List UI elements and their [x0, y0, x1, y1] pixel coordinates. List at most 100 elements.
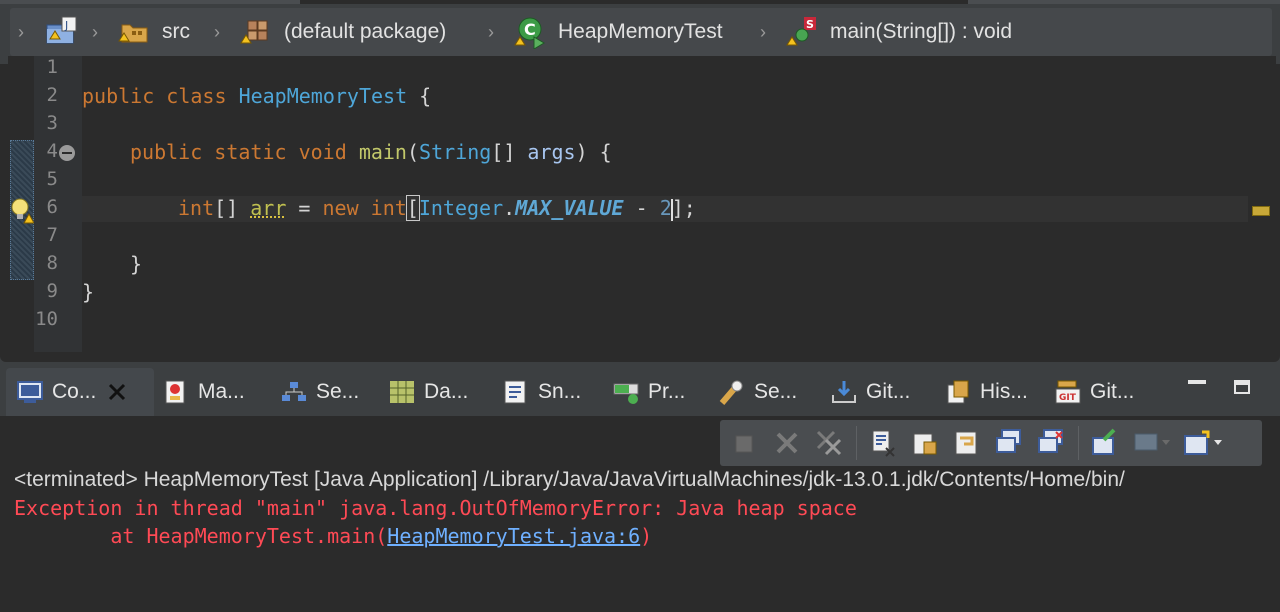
view-tab-bar: Co... Ma... Se... Da... Sn... Pr... Se..… — [0, 352, 1280, 416]
code-punctuation: ) { — [575, 140, 612, 164]
constant-token: MAX_VALUE — [515, 196, 624, 220]
tab-git-staging[interactable]: Git... — [830, 374, 910, 410]
line-number: 6 — [46, 196, 58, 218]
code-text-area[interactable]: public class HeapMemoryTest { public sta… — [82, 56, 1248, 352]
fold-collapse-icon[interactable] — [58, 144, 76, 162]
source-link[interactable]: HeapMemoryTest.java:6 — [387, 524, 640, 548]
breadcrumb-label: (default package) — [284, 20, 447, 43]
code-punctuation: { — [407, 84, 432, 108]
scroll-lock-icon[interactable] — [910, 428, 940, 458]
line-number: 2 — [46, 84, 58, 106]
keyword-token: int — [178, 196, 215, 220]
console-icon — [17, 381, 43, 403]
keyword-token: public — [130, 140, 203, 164]
terminate-icon[interactable] — [730, 428, 760, 458]
clear-console-icon[interactable] — [868, 428, 898, 458]
tab-git-repositories[interactable]: GIT Git... — [1054, 374, 1134, 410]
markers-icon — [165, 380, 185, 404]
warning-marker[interactable] — [1252, 206, 1270, 216]
pin-console-icon[interactable] — [1090, 428, 1120, 458]
tab-progress[interactable]: Pr... — [612, 374, 685, 410]
parameter-token: args — [527, 140, 576, 164]
console-view: Co... Ma... Se... Da... Sn... Pr... Se..… — [0, 352, 1280, 612]
code-punctuation: [] — [214, 196, 251, 220]
tab-markers[interactable]: Ma... — [162, 374, 245, 410]
code-line-4: public static void main(String[] args) { — [130, 138, 612, 166]
git-repositories-icon: GIT — [1055, 380, 1081, 404]
warning-variable-token: arr — [250, 196, 287, 220]
tab-label: Da... — [424, 380, 469, 403]
tab-search[interactable]: Se... — [718, 374, 797, 410]
breadcrumb-label: src — [162, 20, 190, 43]
code-punctuation: . — [503, 196, 516, 220]
chevron-right-icon: › — [760, 22, 766, 42]
code-punctuation: = — [286, 196, 323, 220]
show-console-on-output-icon[interactable] — [994, 428, 1024, 458]
tab-label: Ma... — [198, 380, 245, 403]
breadcrumb-item-package[interactable]: (default package) — [238, 14, 446, 50]
console-output[interactable]: <terminated> HeapMemoryTest [Java Applic… — [0, 464, 1280, 612]
close-icon[interactable] — [106, 381, 128, 403]
breadcrumb: › J › src › (default package) › C HeapMe… — [0, 0, 1280, 64]
stack-trace-prefix: at HeapMemoryTest.main( — [14, 524, 388, 548]
tab-label: Git... — [1090, 380, 1135, 403]
open-console-icon[interactable] — [1182, 428, 1226, 458]
progress-icon — [613, 383, 639, 404]
breadcrumb-item-method[interactable]: S main(String[]) : void — [784, 14, 1012, 50]
overview-ruler[interactable] — [1248, 56, 1276, 352]
display-selected-console-icon[interactable] — [1132, 428, 1172, 458]
class-name-token: Integer — [418, 196, 504, 220]
chevron-right-icon: › — [18, 22, 24, 42]
code-line-2: public class HeapMemoryTest { — [82, 82, 431, 110]
java-class-icon: C — [514, 17, 545, 49]
tab-snippets[interactable]: Sn... — [502, 374, 581, 410]
breadcrumb-label: main(String[]) : void — [830, 20, 1013, 43]
console-toolbar — [720, 420, 1262, 466]
code-punctuation: [] — [491, 140, 528, 164]
snippets-icon — [504, 380, 526, 404]
tab-data-source[interactable]: Da... — [388, 374, 468, 410]
tab-servers[interactable]: Se... — [280, 374, 359, 410]
git-staging-icon — [832, 381, 856, 403]
line-number-ruler: 1 2 3 4 5 6 7 8 9 10 — [34, 56, 82, 352]
tab-console[interactable]: Co... — [16, 374, 128, 410]
line-number: 4 — [46, 140, 58, 162]
word-wrap-icon[interactable] — [952, 428, 982, 458]
tab-label: Co... — [52, 380, 97, 403]
keyword-token: int — [370, 196, 407, 220]
line-number: 1 — [46, 56, 58, 78]
show-console-on-error-icon[interactable] — [1036, 428, 1066, 458]
static-method-icon: S — [786, 17, 816, 46]
minimize-view-button[interactable] — [1188, 380, 1206, 394]
keyword-token: void — [298, 140, 347, 164]
stack-trace-suffix: ) — [640, 524, 653, 548]
svg-text:S: S — [806, 18, 814, 31]
tab-history[interactable]: His... — [944, 374, 1028, 410]
breadcrumb-item-src[interactable]: src — [116, 14, 190, 50]
warning-lightbulb-icon[interactable] — [10, 196, 36, 224]
breadcrumb-item-project[interactable]: J — [44, 14, 80, 50]
process-label: <terminated> HeapMemoryTest [Java Applic… — [14, 468, 1125, 491]
remove-all-terminated-icon[interactable] — [814, 428, 844, 458]
method-name-token: main — [358, 140, 407, 164]
maximize-view-button[interactable] — [1234, 380, 1252, 394]
code-editor[interactable]: 1 2 3 4 5 6 7 8 9 10 public class HeapMe… — [8, 56, 1276, 352]
code-line-9: } — [82, 280, 95, 304]
breadcrumb-item-class[interactable]: C HeapMemoryTest — [512, 14, 723, 50]
line-number: 5 — [46, 168, 58, 190]
matching-bracket: [ — [405, 195, 420, 221]
top-rule — [0, 0, 1280, 4]
tab-label: Git... — [866, 380, 911, 403]
data-source-icon — [390, 381, 414, 403]
svg-text:C: C — [524, 20, 536, 39]
class-name-token: String — [419, 140, 492, 164]
chevron-right-icon: › — [92, 22, 98, 42]
line-number: 7 — [46, 224, 58, 246]
chevron-right-icon: › — [488, 22, 494, 42]
error-line: Exception in thread "main" java.lang.Out… — [14, 496, 857, 520]
remove-launch-icon[interactable] — [772, 428, 802, 458]
breadcrumb-label: HeapMemoryTest — [558, 20, 723, 43]
line-number: 9 — [46, 280, 58, 302]
editor-annotation-ruler — [8, 56, 36, 352]
